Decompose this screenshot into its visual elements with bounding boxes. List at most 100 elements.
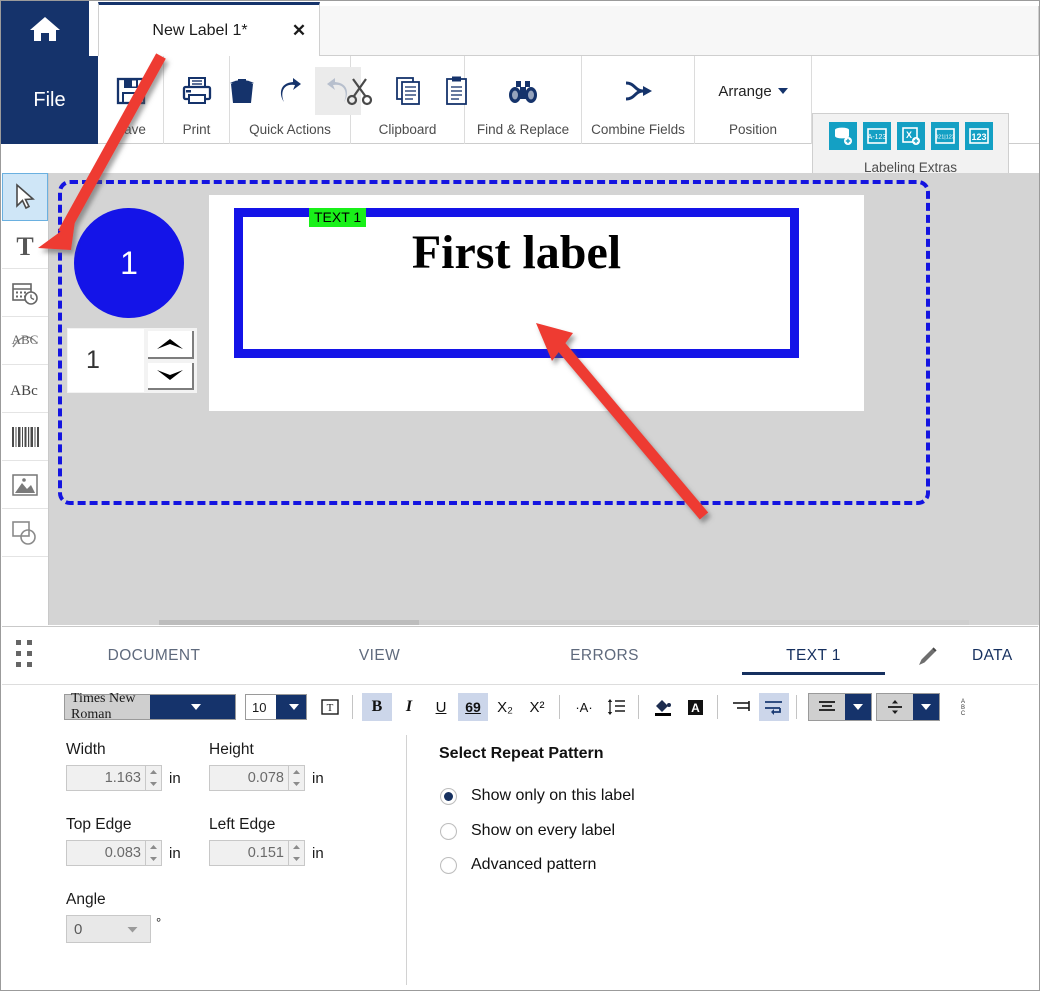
strikethrough-button[interactable]: 69 xyxy=(458,693,488,721)
top-edge-input[interactable]: 0.083 xyxy=(66,840,146,866)
autofit-text-button[interactable]: T xyxy=(315,693,345,721)
combine-fields-button[interactable] xyxy=(615,67,661,115)
text-tool[interactable]: T xyxy=(2,221,48,269)
radio-label-advanced: Advanced pattern xyxy=(471,856,597,873)
tab-errors[interactable]: ERRORS xyxy=(517,627,692,684)
home-button[interactable] xyxy=(1,1,89,56)
tab-document[interactable]: DOCUMENT xyxy=(64,627,244,684)
radio-indicator-unselected-1[interactable] xyxy=(440,822,457,840)
undo-icon xyxy=(280,78,301,102)
indent-icon xyxy=(733,701,750,711)
copies-decrement-button[interactable] xyxy=(148,362,194,390)
radio-advanced-pattern[interactable]: Advanced pattern xyxy=(440,856,596,874)
vertical-align-dropdown-arrow[interactable] xyxy=(913,694,939,720)
angle-select[interactable]: 0 xyxy=(66,915,151,943)
left-edge-unit: in xyxy=(312,844,324,862)
cut-button[interactable] xyxy=(337,67,383,115)
shape-tool[interactable] xyxy=(2,509,48,557)
curved-text-tool[interactable]: ABC xyxy=(2,317,48,365)
delete-icon xyxy=(230,79,254,103)
radio-show-every-label[interactable]: Show on every label xyxy=(440,822,615,840)
height-input[interactable]: 0.078 xyxy=(209,765,289,791)
subscript-button[interactable]: X₂ xyxy=(490,693,520,721)
text-indent-button[interactable] xyxy=(727,693,757,721)
font-family-dropdown-arrow[interactable] xyxy=(150,695,235,719)
highlight-color-button[interactable]: A xyxy=(680,693,710,721)
tab-text-1[interactable]: TEXT 1 xyxy=(742,627,885,684)
angle-dropdown-arrow[interactable] xyxy=(109,926,151,933)
text-color-button[interactable] xyxy=(648,693,678,721)
bold-button[interactable]: B xyxy=(362,693,392,721)
left-edge-stepper[interactable] xyxy=(289,840,305,866)
counter-field-button[interactable]: 123 xyxy=(964,122,993,150)
datetime-tool[interactable] xyxy=(2,269,48,317)
canvas-scrollbar-thumb[interactable] xyxy=(159,620,419,625)
align-center-icon xyxy=(819,701,835,711)
tab-view-label: VIEW xyxy=(358,646,401,664)
image-tool[interactable] xyxy=(2,461,48,509)
print-button[interactable] xyxy=(174,67,220,115)
copy-button[interactable] xyxy=(385,67,431,115)
left-edge-input[interactable]: 0.151 xyxy=(209,840,289,866)
close-icon[interactable]: ✕ xyxy=(279,21,319,41)
label-textbox[interactable]: First label TEXT 1 xyxy=(234,208,799,358)
radio-indicator-unselected-2[interactable] xyxy=(440,856,457,874)
superscript-button[interactable]: X² xyxy=(522,693,552,721)
save-button[interactable] xyxy=(108,67,154,115)
radio-indicator-selected[interactable] xyxy=(440,787,457,805)
vertical-align-button[interactable] xyxy=(877,694,913,720)
canvas-horizontal-scrollbar[interactable] xyxy=(159,620,969,625)
label-copies-spinner[interactable]: 1 xyxy=(67,328,197,393)
vertical-align-split-button[interactable] xyxy=(876,693,940,721)
paragraph-tool[interactable]: ABc xyxy=(2,365,48,413)
autofit-text-icon: T xyxy=(321,699,339,715)
save-icon xyxy=(116,77,145,105)
edit-text-button[interactable] xyxy=(915,645,939,674)
radio-show-only-this-label[interactable]: Show only on this label xyxy=(440,787,635,805)
line-spacing-button[interactable] xyxy=(601,693,631,721)
tab-view[interactable]: VIEW xyxy=(292,627,467,684)
autofit-text-glyph: T xyxy=(327,702,334,714)
word-wrap-button[interactable] xyxy=(759,693,789,721)
tab-document-label: DOCUMENT xyxy=(107,646,201,664)
font-family-select[interactable]: Times New Roman xyxy=(64,691,236,722)
sequence-field-button[interactable]: 321|123 xyxy=(930,122,959,150)
a123-icon-text: A-123 xyxy=(867,134,886,141)
database-field-button[interactable] xyxy=(828,122,857,150)
radio-label-show-every: Show on every label xyxy=(471,822,616,839)
underline-button[interactable]: U xyxy=(426,693,456,721)
horizontal-align-split-button[interactable] xyxy=(808,693,872,721)
serialize-field-button[interactable]: A-123 xyxy=(862,122,891,150)
horizontal-align-button[interactable] xyxy=(809,694,845,720)
design-canvas[interactable]: 1 1 First label TEXT 1 xyxy=(49,173,1039,625)
label-sheet[interactable]: First label TEXT 1 xyxy=(209,195,864,411)
label-copies-value[interactable]: 1 xyxy=(67,328,145,393)
left-edge-field-group: Left Edge 0.151 in xyxy=(209,816,324,866)
delete-button[interactable] xyxy=(219,67,265,115)
left-edge-label: Left Edge xyxy=(209,816,276,833)
text-t-icon: T xyxy=(16,232,33,259)
counter-icon-text: 123 xyxy=(971,132,986,142)
arrange-dropdown-button[interactable]: Arrange xyxy=(710,79,795,104)
width-stepper[interactable] xyxy=(146,765,162,791)
character-spacing-button[interactable]: ·A· xyxy=(569,693,599,721)
formula-field-button[interactable]: X xyxy=(896,122,925,150)
tab-data[interactable]: DATA xyxy=(972,627,1039,684)
file-menu-button[interactable]: File xyxy=(1,56,98,144)
document-tab[interactable]: New Label 1* ✕ xyxy=(98,2,320,56)
text-direction-button[interactable]: A B C xyxy=(948,693,978,721)
horizontal-align-dropdown-arrow[interactable] xyxy=(845,694,871,720)
select-tool[interactable] xyxy=(2,173,48,221)
width-input[interactable]: 1.163 xyxy=(66,765,146,791)
barcode-tool[interactable] xyxy=(2,413,48,461)
find-replace-button[interactable] xyxy=(500,67,546,115)
undo-button[interactable] xyxy=(267,67,313,115)
align-middle-icon xyxy=(888,700,902,714)
top-edge-stepper[interactable] xyxy=(146,840,162,866)
font-size-dropdown-arrow[interactable] xyxy=(276,695,306,719)
font-size-select[interactable]: 10 xyxy=(245,694,307,720)
panel-drag-handle[interactable] xyxy=(16,640,42,670)
italic-button[interactable]: I xyxy=(394,693,424,721)
height-stepper[interactable] xyxy=(289,765,305,791)
copies-increment-button[interactable] xyxy=(148,331,194,359)
